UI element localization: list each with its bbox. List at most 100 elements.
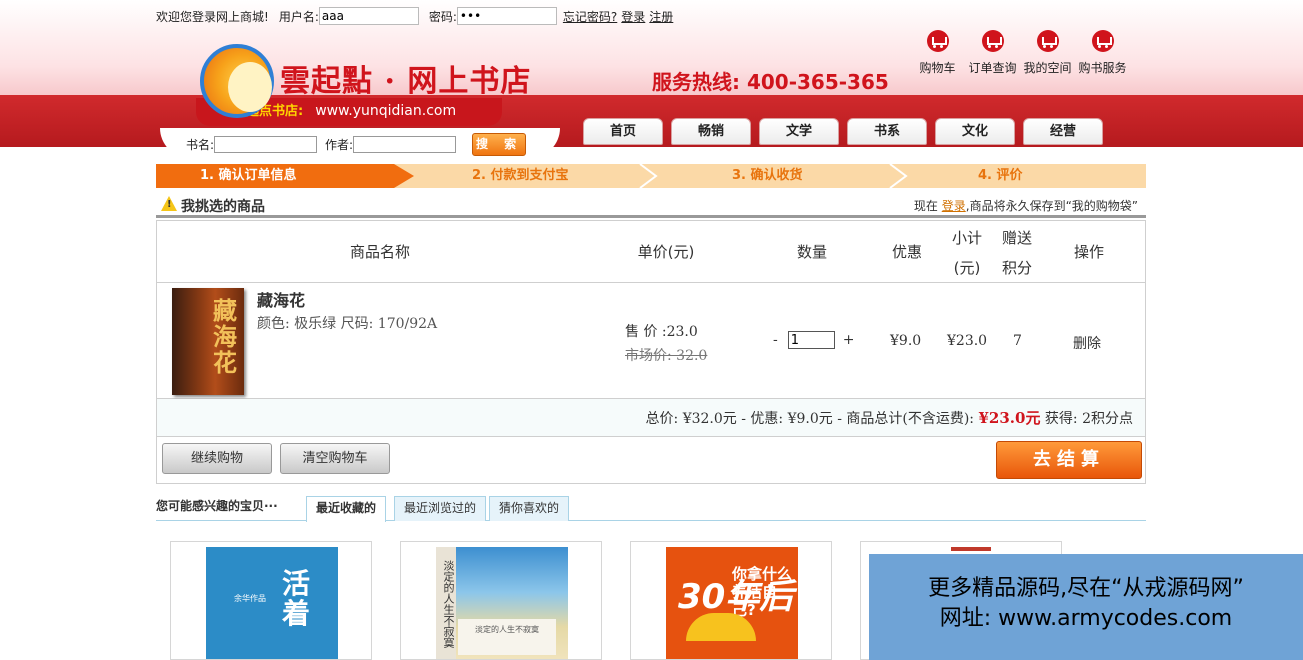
item-discount: ¥9.0 [890,333,922,349]
logo-emblem [200,44,274,118]
shopping-cart-icon [981,30,1004,52]
continue-shopping-button[interactable]: 继续购物 [162,443,272,474]
step-separator [639,164,658,188]
recommend-item[interactable]: 淡定的人生不寂寞 淡定的人生不寂寞 [400,541,602,660]
author-label: 作者: [325,138,354,152]
quick-link-cart[interactable]: 购物车 [910,30,965,76]
header-action: 操作 [1073,243,1104,261]
watermark-banner: 更多精品源码,尽在“从戎源码网” 网址: www.armycodes.com [869,554,1303,660]
book-cover-image: 30年后 你拿什么养活自己? [666,547,798,659]
header-quantity: 数量 [796,243,827,261]
note-login-link[interactable]: 登录 [942,199,966,213]
cover-title: 你拿什么养活自己? [732,565,793,619]
item-points: 7 [1013,333,1022,349]
book-name-label: 书名: [186,138,215,152]
quick-links: 购物车 订单查询 我的空间 购书服务 [910,30,1130,76]
cart-table: 商品名称 单价(元) 数量 优惠 小计 (元) 赠送 积分 操作 藏海花 藏海花… [156,220,1146,484]
book-cover-title: 藏海花 [213,296,237,377]
watermark-line1: 更多精品源码,尽在“从戎源码网” [928,576,1244,601]
cover-title: 活着 [282,567,311,630]
quick-link-orders[interactable]: 订单查询 [965,30,1020,76]
header-points-2: 积分 [1001,259,1032,277]
cart-summary: 总价: ¥32.0元 - 优惠: ¥9.0元 - 商品总计(不含运费): ¥23… [157,399,1145,437]
warning-icon: ! [161,196,177,211]
book-name-input[interactable] [214,136,318,153]
nav-business[interactable]: 经营 [1023,118,1103,145]
delete-item-link[interactable]: 删除 [1073,333,1101,353]
sale-price: 售 价 :23.0 [625,324,698,340]
password-input[interactable] [456,7,557,25]
recommend-item[interactable]: 30年后 你拿什么养活自己? [630,541,832,660]
header-subtotal-unit: (元) [953,259,981,277]
main-nav: 首页 畅销 文学 书系 文化 经营 [583,118,1111,145]
header-points: 赠送 [1001,229,1032,247]
quick-link-space[interactable]: 我的空间 [1020,30,1075,76]
book-cover-image: 活着 余华作品 [206,547,338,659]
step-review: 4. 评价 [978,168,1023,183]
header-unit-price: 单价(元) [637,243,695,261]
tab-guess-you-like[interactable]: 猜你喜欢的 [489,496,570,521]
nav-series[interactable]: 书系 [847,118,927,145]
password-label: 密码: [428,9,457,24]
search-button[interactable]: 搜 索 [472,133,527,156]
book-cover-image [951,547,991,551]
username-label: 用户名: [278,9,319,24]
register-link[interactable]: 注册 [649,8,673,25]
book-cover-image[interactable]: 藏海花 [172,288,244,395]
checkout-button[interactable]: 去结算 [996,441,1142,479]
site-logo[interactable]: 起点书店: www.yunqidian.com 雲起點 · 网上书店 [196,40,536,130]
qty-minus-button[interactable]: - [773,332,778,348]
quick-link-service[interactable]: 购书服务 [1075,30,1130,76]
order-steps: 1. 确认订单信息 2. 付款到支付宝 3. 确认收货 4. 评价 [156,164,1146,188]
nav-culture[interactable]: 文化 [935,118,1015,145]
tab-recent-favorites[interactable]: 最近收藏的 [306,496,387,522]
step-confirm-order: 1. 确认订单信息 [156,164,394,188]
quantity-stepper: - + [773,331,854,349]
summary-points: 获得: 2积分点 [1044,411,1133,427]
shopping-cart-icon [1091,30,1114,52]
nav-literature[interactable]: 文学 [759,118,839,145]
header-discount: 优惠 [891,243,922,261]
summary-total: ¥23.0元 [978,409,1041,427]
quantity-input[interactable] [787,331,835,349]
watermark-line2: 网址: www.armycodes.com [939,606,1233,631]
step-confirm-receipt: 3. 确认收货 [732,168,803,183]
recommend-item[interactable]: 活着 余华作品 [170,541,372,660]
item-name-link[interactable]: 藏海花 [257,287,305,311]
welcome-text: 欢迎您登录网上商城! [156,9,269,24]
summary-text: 总价: ¥32.0元 - 优惠: ¥9.0元 - 商品总计(不含运费): [645,411,975,427]
cart-item-row: 藏海花 藏海花 颜色: 极乐绿 尺码: 170/92A 售 价 :23.0 市场… [157,283,1145,399]
author-input[interactable] [353,136,457,153]
market-price: 市场价: 32.0 [625,348,708,364]
header-product-name: 商品名称 [349,243,410,261]
header-subtotal: 小计 [951,229,982,247]
step-arrow [394,164,414,188]
item-subtotal: ¥23.0 [947,333,988,349]
login-bar: 欢迎您登录网上商城! 用户名: 密码: 忘记密码? 登录 注册 [156,6,673,26]
service-hotline: 服务热线: 400-365-365 [652,70,889,94]
book-cover-image: 淡定的人生不寂寞 淡定的人生不寂寞 [436,547,568,659]
logo-title: 雲起點 · 网上书店 [280,64,532,99]
selection-note: 现在 登录,商品将永久保存到“我的购物袋” [913,199,1138,213]
qty-plus-button[interactable]: + [843,332,855,348]
cart-header-row: 商品名称 单价(元) 数量 优惠 小计 (元) 赠送 积分 操作 [157,221,1145,283]
login-link[interactable]: 登录 [621,8,645,25]
cover-spine-title: 淡定的人生不寂寞 [436,547,456,659]
nav-home[interactable]: 首页 [583,118,663,145]
clear-cart-button[interactable]: 清空购物车 [280,443,390,474]
cover-author: 余华作品 [234,594,266,603]
forgot-password-link[interactable]: 忘记密码? [563,8,617,25]
step-separator [889,164,908,188]
username-input[interactable] [318,7,419,25]
step-pay: 2. 付款到支付宝 [472,168,569,183]
nav-bestseller[interactable]: 畅销 [671,118,751,145]
shopping-cart-icon [926,30,949,52]
tab-recently-viewed[interactable]: 最近浏览过的 [394,496,487,521]
search-bar: 书名: 作者: 搜 索 [186,133,527,156]
shopping-cart-icon [1036,30,1059,52]
recommend-title: 您可能感兴趣的宝贝··· [156,499,278,513]
logo-url: www.yunqidian.com [315,103,457,119]
cover-title: 淡定的人生不寂寞 [458,619,556,655]
item-attributes: 颜色: 极乐绿 尺码: 170/92A [257,316,438,332]
selection-title: 我挑选的商品 [181,199,265,215]
